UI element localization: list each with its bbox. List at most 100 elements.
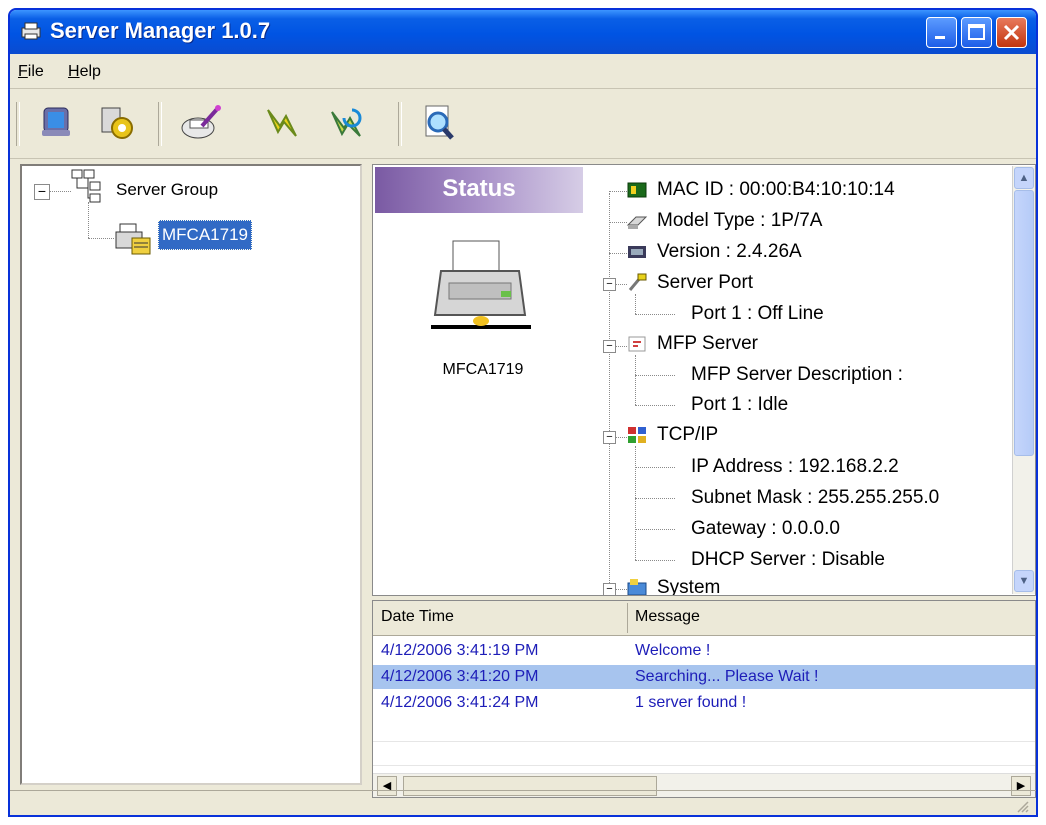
- mac-id: MAC ID : 00:00:B4:10:10:14: [657, 179, 895, 200]
- configure-wand-icon: [181, 105, 221, 139]
- tcpip-network-icon: [628, 427, 646, 443]
- menu-help-label: elp: [79, 63, 101, 80]
- tree-connector: [635, 446, 636, 560]
- minimize-icon: [935, 36, 945, 39]
- tcpip-label: TCP/IP: [657, 424, 719, 445]
- column-header-message[interactable]: Message: [635, 608, 700, 626]
- tree-connector: [609, 191, 627, 192]
- tree-connector: [635, 314, 675, 315]
- toolbar-configure-button[interactable]: [176, 100, 224, 146]
- column-header-date-time[interactable]: Date Time: [381, 608, 454, 626]
- dhcp-server: DHCP Server : Disable: [691, 549, 885, 570]
- toolbar-monitor-button[interactable]: [32, 100, 80, 146]
- tree-connector: [635, 560, 675, 561]
- tree-root-label[interactable]: Server Group: [116, 180, 218, 200]
- app-printer-icon: [21, 22, 41, 40]
- status-vertical-scrollbar[interactable]: ▲ ▼: [1012, 166, 1035, 594]
- system-icon: [627, 579, 647, 595]
- version-icon: [628, 246, 646, 258]
- system-label: System: [657, 577, 721, 596]
- resize-grip-icon[interactable]: [1014, 798, 1030, 814]
- status-bar: [10, 790, 1036, 815]
- tree-connector: [635, 467, 675, 468]
- mac-chip-icon: [627, 182, 647, 198]
- gateway: Gateway : 0.0.0.0: [691, 518, 840, 539]
- log-time: 4/12/2006 3:41:19 PM: [381, 642, 539, 659]
- tree-connector: [609, 222, 627, 223]
- close-button[interactable]: [996, 17, 1027, 48]
- scroll-up-button[interactable]: ▲: [1014, 167, 1034, 189]
- tree-root-collapse-toggle[interactable]: −: [34, 184, 50, 200]
- ip-address: IP Address : 192.168.2.2: [691, 456, 899, 477]
- search-magnifier-icon: [425, 105, 454, 140]
- title-bar[interactable]: Server Manager 1.0.7: [10, 10, 1036, 54]
- status-heading: Status: [375, 167, 583, 213]
- log-row[interactable]: 4/12/2006 3:41:19 PM Welcome !: [373, 639, 1035, 663]
- server-port-plug-icon: [628, 273, 647, 291]
- tree-connector: [609, 253, 627, 254]
- tree-server-item-selected[interactable]: MFCA1719: [158, 220, 252, 250]
- menu-file-mnemonic: F: [18, 63, 28, 80]
- log-row-divider: [373, 765, 1035, 766]
- message-log: Date Time Message 4/12/2006 3:41:19 PM W…: [372, 600, 1036, 798]
- print-server-tree-icon: [115, 223, 151, 255]
- flash-reset-icon: [331, 108, 362, 137]
- toolbar-flash-reset-button[interactable]: [322, 100, 370, 146]
- server-group-tree-icon: [71, 169, 101, 203]
- monitor-icon: [42, 107, 70, 136]
- status-pane: Status MFCA1719 MAC ID : 00:00:B4:10:10:…: [372, 164, 1036, 596]
- model-type-icon: [626, 216, 648, 229]
- toolbar-settings-button[interactable]: [92, 100, 140, 146]
- tree-connector: [88, 202, 89, 238]
- maximize-button[interactable]: [961, 17, 992, 48]
- maximize-icon: [968, 24, 985, 40]
- mfp-server-label: MFP Server: [657, 333, 759, 354]
- firmware-version: Version : 2.4.26A: [657, 241, 802, 262]
- menu-file-label: ile: [27, 63, 44, 80]
- tree-connector: [635, 405, 675, 406]
- tree-connector: [635, 529, 675, 530]
- log-row[interactable]: 4/12/2006 3:41:24 PM 1 server found !: [373, 691, 1035, 715]
- toolbar-separator: [398, 102, 402, 146]
- server-port-collapse-toggle[interactable]: −: [603, 278, 616, 291]
- mfp-server-collapse-toggle[interactable]: −: [603, 340, 616, 353]
- log-message: 1 server found !: [635, 694, 747, 711]
- server-port-label: Server Port: [657, 272, 754, 293]
- toolbar-grip[interactable]: [16, 102, 20, 146]
- tree-connector: [635, 294, 636, 314]
- menu-help[interactable]: Help: [68, 63, 101, 81]
- log-row-selected[interactable]: 4/12/2006 3:41:20 PM Searching... Please…: [373, 665, 1035, 689]
- tree-connector: [635, 375, 675, 376]
- toolbar-search-button[interactable]: [414, 100, 462, 146]
- server-manager-window: Server Manager 1.0.7 File Help − Server …: [8, 8, 1038, 817]
- log-time: 4/12/2006 3:41:24 PM: [381, 694, 539, 711]
- menu-file[interactable]: File: [18, 63, 44, 81]
- scroll-thumb[interactable]: [1014, 190, 1034, 456]
- model-type: Model Type : 1P/7A: [657, 210, 823, 231]
- log-time: 4/12/2006 3:41:20 PM: [381, 668, 539, 685]
- subnet-mask: Subnet Mask : 255.255.255.0: [691, 487, 940, 508]
- mfp-port-1-status: Port 1 : Idle: [691, 394, 789, 415]
- tree-connector: [88, 238, 114, 239]
- printer-device-icon: [431, 240, 531, 329]
- toolbar: [10, 90, 1036, 159]
- tcpip-collapse-toggle[interactable]: −: [603, 431, 616, 444]
- log-row-divider: [373, 741, 1035, 742]
- server-tree-pane[interactable]: − Server Group MFCA1719: [20, 164, 362, 785]
- mfp-server-description: MFP Server Description :: [691, 364, 903, 385]
- menu-bar: File Help: [10, 56, 1036, 89]
- log-header: Date Time Message: [373, 601, 1035, 636]
- server-port-1-status: Port 1 : Off Line: [691, 303, 824, 324]
- tree-connector: [49, 191, 71, 192]
- log-message: Searching... Please Wait !: [635, 668, 819, 685]
- scroll-down-button[interactable]: ▼: [1014, 570, 1034, 592]
- system-collapse-toggle[interactable]: −: [603, 583, 616, 595]
- minimize-button[interactable]: [926, 17, 957, 48]
- toolbar-flash-button[interactable]: [258, 100, 306, 146]
- column-separator[interactable]: [627, 603, 628, 633]
- mfp-server-icon: [628, 336, 646, 352]
- settings-gear-icon: [101, 107, 133, 139]
- window-title: Server Manager 1.0.7: [50, 18, 271, 43]
- log-message: Welcome !: [635, 642, 711, 659]
- toolbar-separator: [158, 102, 162, 146]
